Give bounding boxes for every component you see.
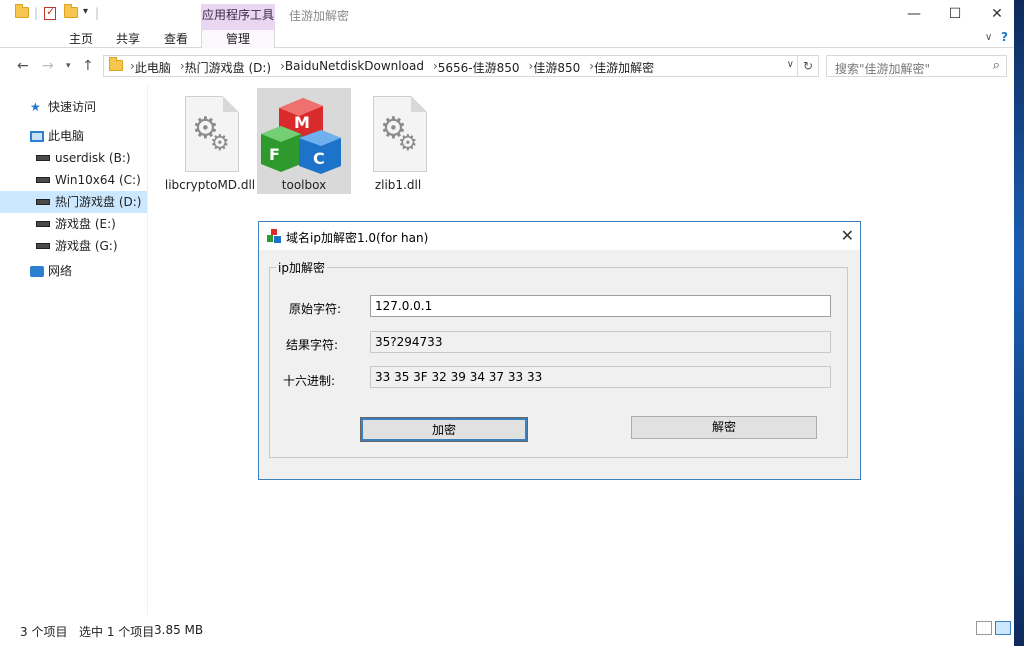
nav-drive-c[interactable]: Win10x64 (C:)	[36, 169, 141, 191]
network-icon	[30, 265, 44, 277]
tab-home[interactable]: 主页	[69, 30, 93, 48]
crumb-this-pc[interactable]: 此电脑	[135, 59, 171, 76]
ip-crypt-dialog: 域名ip加解密1.0(for han) ✕ ip加解密 原始字符: 127.0.…	[258, 221, 861, 480]
recent-locations-icon[interactable]: ▾	[66, 61, 71, 71]
drive-icon	[36, 155, 50, 161]
ribbon-tabs: 文件 主页 共享 查看 管理 ∨ ?	[0, 30, 1024, 224]
selected-size: 3.85 MB	[154, 623, 204, 637]
navigation-pane: ★ 快速访问 此电脑 userdisk (B:) Win10x64 (C:) 热门…	[0, 85, 148, 615]
window-title: 佳游加解密	[289, 9, 350, 23]
status-bar: 3 个项目 选中 1 个项目 3.85 MB	[0, 618, 1024, 646]
tab-manage[interactable]: 管理	[201, 30, 275, 48]
details-view-icon[interactable]	[976, 621, 992, 635]
drive-icon	[36, 243, 50, 249]
new-folder-icon[interactable]	[64, 4, 78, 18]
mfc-app-icon: M F C	[261, 98, 341, 174]
tab-share[interactable]: 共享	[116, 30, 140, 48]
back-arrow-icon[interactable]: ←	[17, 58, 29, 74]
drive-icon	[36, 177, 50, 183]
large-icons-view-icon[interactable]	[995, 621, 1011, 635]
result-field[interactable]: 35?294733	[370, 331, 831, 353]
drive-icon	[36, 221, 50, 227]
app-icon	[267, 229, 281, 243]
properties-icon[interactable]	[44, 5, 56, 20]
star-icon: ★	[30, 100, 41, 114]
file-name: zlib1.dll	[374, 178, 422, 192]
original-label: 原始字符:	[289, 302, 342, 316]
file-name: toolbox	[281, 178, 327, 192]
search-input[interactable]: 搜索"佳游加解密" ⌕	[826, 55, 1007, 77]
decrypt-button[interactable]: 解密	[631, 416, 817, 439]
hex-label: 十六进制:	[283, 374, 336, 388]
result-label: 结果字符:	[286, 338, 339, 352]
computer-icon	[30, 130, 44, 142]
nav-network[interactable]: 网络	[30, 260, 72, 282]
nav-drive-d[interactable]: 热门游戏盘 (D:)	[0, 191, 147, 213]
crumb-drive-d[interactable]: 热门游戏盘 (D:)	[185, 59, 271, 76]
minimize-button[interactable]: —	[891, 0, 937, 30]
expand-ribbon-icon[interactable]: ∨	[985, 32, 992, 43]
original-input[interactable]: 127.0.0.1	[370, 295, 831, 317]
search-icon: ⌕	[992, 58, 1000, 73]
encrypt-button[interactable]: 加密	[360, 417, 528, 442]
file-item[interactable]: ⚙ ⚙ zlib1.dll	[351, 88, 445, 194]
nav-drive-b[interactable]: userdisk (B:)	[36, 147, 131, 169]
svg-text:F: F	[269, 145, 280, 164]
separator: |	[34, 6, 39, 20]
help-icon[interactable]: ?	[1001, 30, 1008, 44]
refresh-button[interactable]: ↻	[797, 55, 819, 77]
crumb-jiayou850[interactable]: 佳游850	[533, 59, 580, 76]
tab-view[interactable]: 查看	[164, 30, 188, 48]
hex-field[interactable]: 33 35 3F 32 39 34 37 33 33	[370, 366, 831, 388]
svg-text:M: M	[294, 113, 310, 132]
maximize-button[interactable]: ☐	[932, 0, 978, 30]
nav-quick-access[interactable]: ★ 快速访问	[30, 96, 96, 118]
crumb-5656[interactable]: 5656-佳游850	[438, 59, 520, 76]
desktop-edge	[1014, 0, 1024, 646]
chevron-down-icon[interactable]: ∨	[787, 59, 794, 70]
selected-count: 选中 1 个项目	[79, 625, 155, 639]
customize-qat-icon[interactable]: ▾	[83, 6, 88, 17]
crumb-current[interactable]: 佳游加解密	[594, 59, 654, 76]
dialog-title-bar: 域名ip加解密1.0(for han) ✕	[259, 222, 860, 250]
separator: |	[95, 6, 100, 20]
drive-icon	[36, 199, 50, 205]
title-bar: | ▾ | 应用程序工具 佳游加解密 — ☐ ✕	[0, 0, 1024, 30]
folder-icon	[109, 57, 123, 74]
file-item-selected[interactable]: M F C toolbox	[257, 88, 351, 194]
svg-text:C: C	[313, 149, 325, 168]
item-count: 3 个项目	[20, 625, 68, 639]
folder-icon	[15, 4, 29, 18]
group-legend: ip加解密	[276, 259, 327, 276]
crumb-baidunetdisk[interactable]: BaiduNetdiskDownload	[285, 59, 424, 76]
file-name: libcryptoMD.dll	[164, 178, 256, 192]
nav-drive-e[interactable]: 游戏盘 (E:)	[36, 213, 116, 235]
dll-gear-icon: ⚙ ⚙	[373, 96, 427, 172]
contextual-tab-app-tools: 应用程序工具	[201, 4, 275, 30]
dialog-title: 域名ip加解密1.0(for han)	[286, 231, 429, 245]
forward-arrow-icon[interactable]: →	[42, 58, 54, 74]
file-item[interactable]: ⚙ ⚙ libcryptoMD.dll	[163, 88, 257, 194]
ip-crypt-group: ip加解密 原始字符: 127.0.0.1 结果字符: 35?294733 十六…	[269, 259, 848, 458]
nav-this-pc[interactable]: 此电脑	[30, 125, 84, 147]
up-arrow-icon[interactable]: ↑	[82, 58, 94, 74]
dll-gear-icon: ⚙ ⚙	[185, 96, 239, 172]
nav-drive-g[interactable]: 游戏盘 (G:)	[36, 235, 118, 257]
breadcrumb: › 此电脑 › 热门游戏盘 (D:) › BaiduNetdiskDownloa…	[130, 59, 655, 76]
address-bar[interactable]: › 此电脑 › 热门游戏盘 (D:) › BaiduNetdiskDownloa…	[103, 55, 819, 77]
dialog-close-icon[interactable]: ✕	[841, 226, 854, 245]
